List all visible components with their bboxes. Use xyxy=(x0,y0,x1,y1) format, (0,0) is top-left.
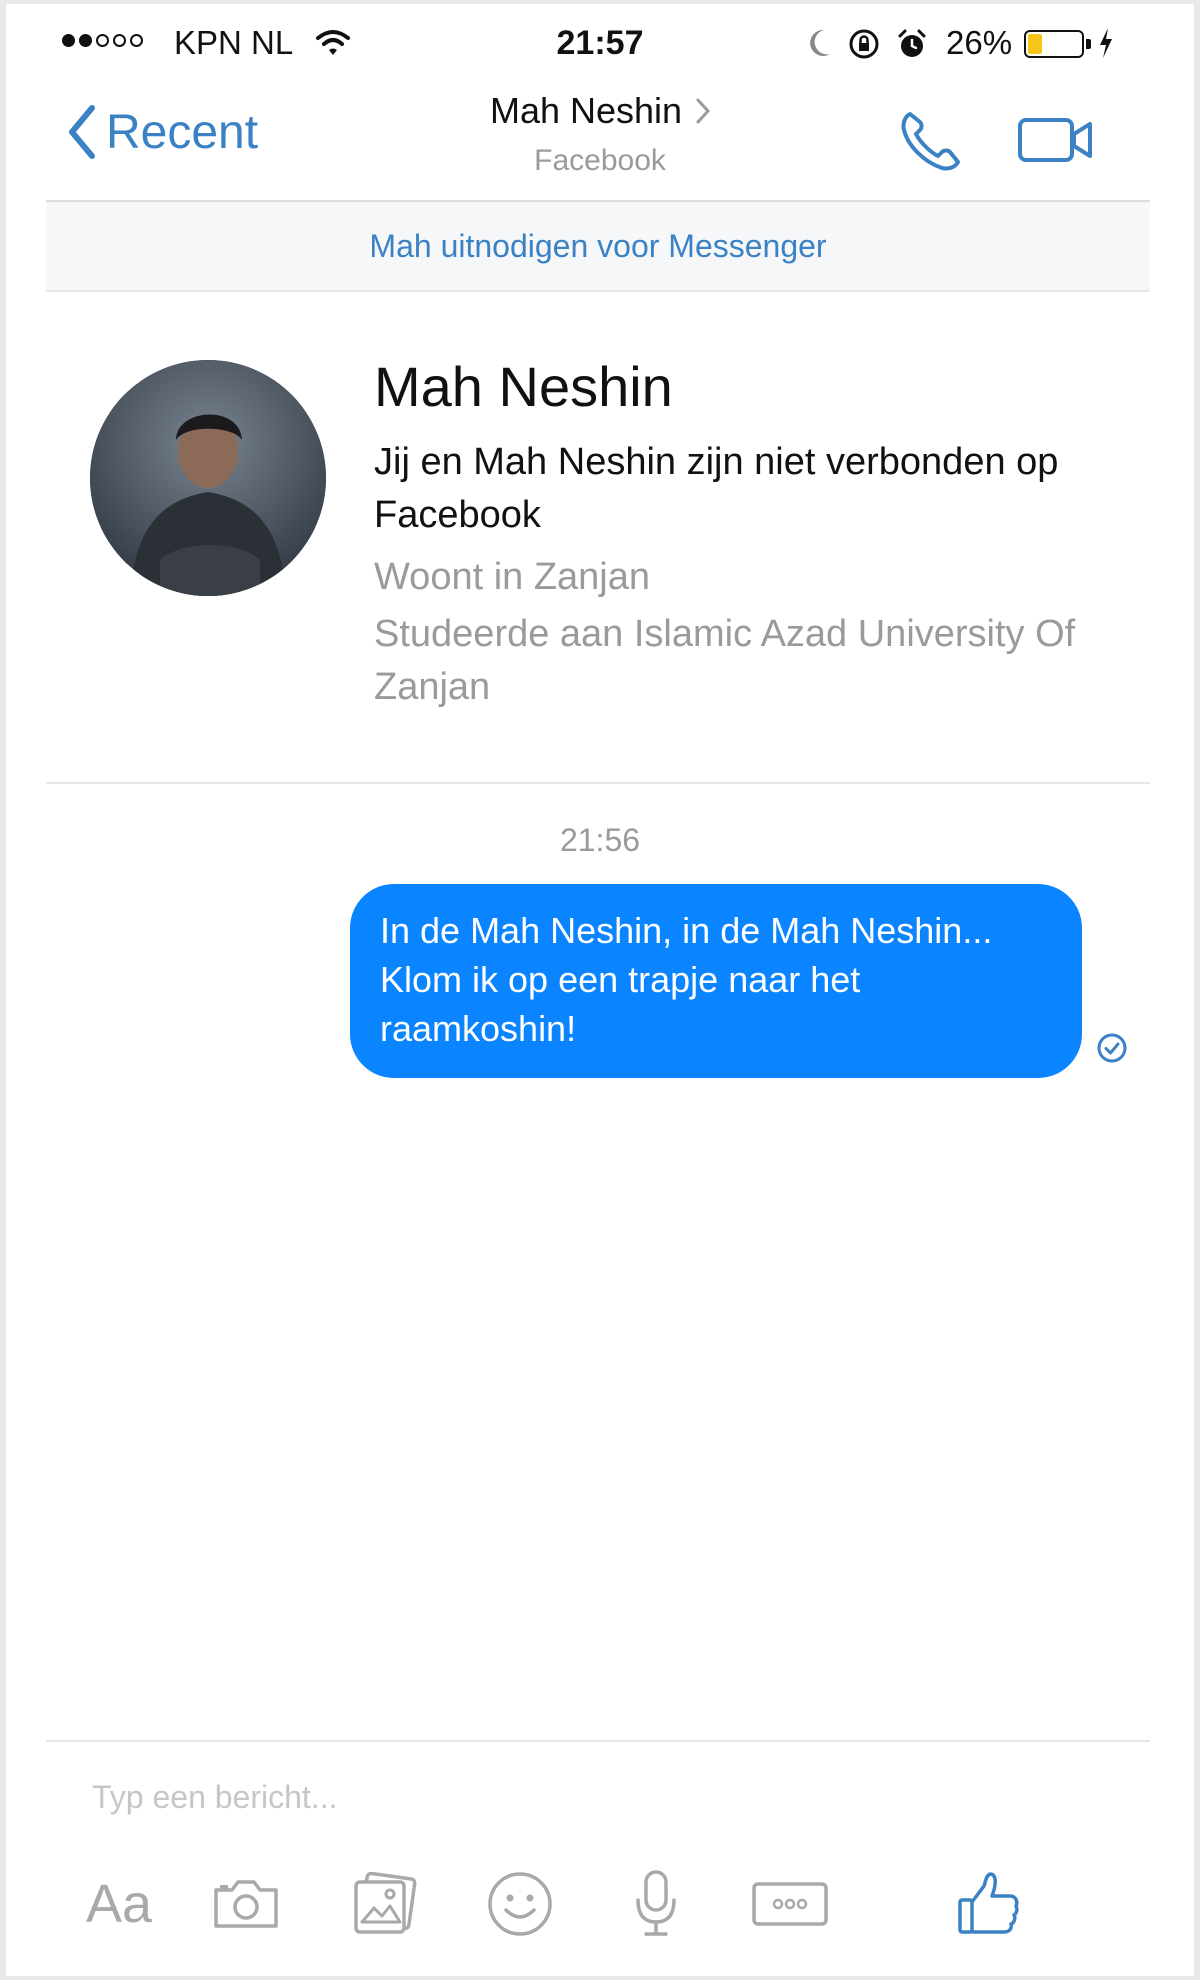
profile-location: Woont in Zanjan xyxy=(374,556,651,598)
charging-bolt-icon xyxy=(1098,28,1114,63)
battery-level-fill xyxy=(1028,34,1042,54)
emoji-button[interactable] xyxy=(480,1866,560,1942)
voice-call-button[interactable] xyxy=(896,106,966,181)
battery-icon xyxy=(1024,30,1084,58)
message-timestamp: 21:56 xyxy=(559,822,641,858)
battery-percentage: 26% xyxy=(946,24,1013,61)
text-format-button[interactable]: Aa xyxy=(74,1866,164,1942)
do-not-disturb-icon xyxy=(806,28,832,63)
battery-cap xyxy=(1086,39,1091,49)
conversation-title-button[interactable]: Mah Neshin xyxy=(489,90,711,132)
chevron-right-icon xyxy=(696,98,711,124)
like-button[interactable] xyxy=(948,1866,1028,1942)
more-icon xyxy=(752,1882,828,1926)
gallery-icon xyxy=(354,1872,417,1934)
message-input[interactable] xyxy=(92,1772,992,1822)
profile-photo xyxy=(90,360,326,596)
composer-divider xyxy=(46,1740,1150,1742)
navigation-bar: Recent Mah Neshin Facebook xyxy=(6,84,1194,204)
microphone-icon xyxy=(636,1870,676,1936)
status-time: 21:57 xyxy=(556,24,644,62)
camera-icon xyxy=(214,1880,278,1928)
sent-check-icon xyxy=(1096,1032,1128,1069)
connection-status-text: Jij en Mah Neshin zijn niet verbonden op… xyxy=(374,441,1059,536)
camera-button[interactable] xyxy=(206,1866,286,1942)
phone-icon xyxy=(901,112,960,171)
like-icon xyxy=(958,1872,1019,1934)
video-camera-icon xyxy=(1018,118,1092,162)
emoji-icon xyxy=(488,1872,552,1936)
conversation-title: Mah Neshin xyxy=(489,90,683,131)
alarm-icon xyxy=(896,28,928,65)
gallery-button[interactable] xyxy=(344,1866,424,1942)
avatar[interactable] xyxy=(90,360,326,596)
profile-education: Studeerde aan Islamic Azad University Of… xyxy=(374,613,1076,708)
messenger-screen: KPN NL 21:57 26% Recent Mah Neshin Faceb… xyxy=(6,4,1194,1976)
profile-divider xyxy=(46,782,1150,784)
banner-divider xyxy=(46,290,1150,292)
invite-to-messenger-link[interactable]: Mah uitnodigen voor Messenger xyxy=(46,202,1150,290)
rotation-lock-icon xyxy=(848,28,880,65)
text-format-label: Aa xyxy=(85,1874,153,1934)
more-options-button[interactable] xyxy=(740,1866,840,1942)
voice-message-button[interactable] xyxy=(616,1866,696,1942)
composer-toolbar: Aa xyxy=(6,1866,1194,1942)
profile-name: Mah Neshin xyxy=(374,355,673,418)
status-bar: KPN NL 21:57 26% xyxy=(6,4,1194,84)
outgoing-message-bubble[interactable]: In de Mah Neshin, in de Mah Neshin... Kl… xyxy=(350,884,1082,1078)
video-call-button[interactable] xyxy=(1016,114,1096,171)
